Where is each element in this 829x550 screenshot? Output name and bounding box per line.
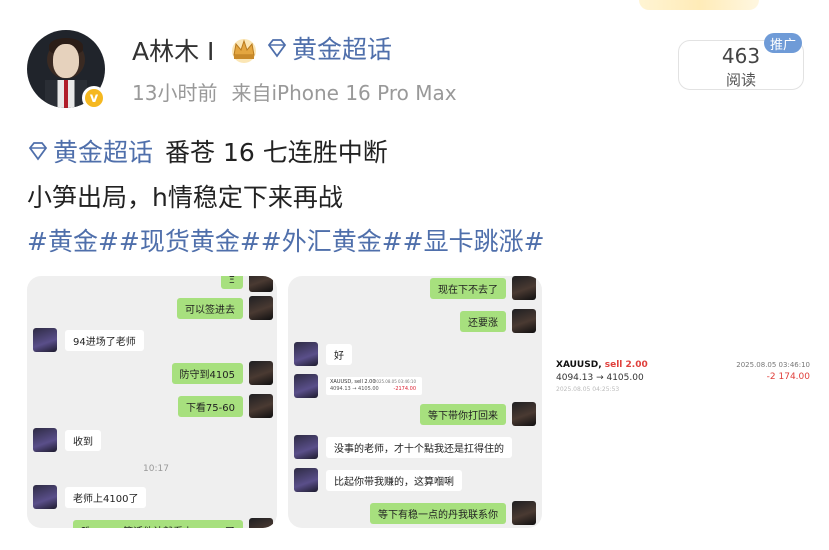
diamond-icon	[267, 39, 287, 58]
trade-prices: 4094.13 → 4105.00	[330, 386, 379, 392]
chat-bubble: 等下带你打回来	[420, 403, 506, 425]
crown-icon	[232, 39, 256, 63]
chat-avatar	[294, 342, 318, 366]
chat-msg: 比起你带我赚的，这算嗰唎	[294, 468, 462, 492]
chat-avatar	[512, 309, 536, 333]
read-label: 阅读	[725, 71, 756, 89]
trade-screenshot-bubble: XAUUSD, sell 2.00 4094.13 → 4105.00 2025…	[326, 377, 422, 395]
trade-pnl: -2 174.00	[766, 372, 810, 382]
chat-bubble: 下看75-60	[177, 395, 243, 417]
trade-record: XAUUSD, sell 2.00 2025.08.05 03:46:10 40…	[556, 360, 810, 394]
chat-bubble: 珠 4105 等话他认就看上 4115 了	[73, 519, 243, 528]
chat-msg: Ξ	[220, 276, 273, 292]
content-topic-link[interactable]: 黄金超话	[27, 133, 153, 169]
image-chat-1[interactable]: Ξ 可以签进去 94进场了老师 防守到4105 下看75-60 收到 10:17…	[27, 276, 277, 528]
chat-bubble: 可以签进去	[177, 297, 243, 319]
post-line-1: 黄金超话 番苍 16 七连胜中断	[27, 133, 388, 169]
chat-avatar	[294, 468, 318, 492]
post-hashtags[interactable]: #黄金##现货黄金##外汇黄金##显卡跳涨#	[27, 222, 545, 258]
image-chat-2[interactable]: 现在下不去了 还要涨 好 XAUUSD, sell 2.00 4094.13 →…	[288, 276, 542, 528]
chat-msg: 还要涨	[460, 309, 536, 333]
chat-msg: 收到	[33, 428, 101, 452]
chat-msg: 等下有稳一点的丹我联系你	[370, 501, 536, 525]
chat-msg: 94进场了老师	[33, 328, 144, 352]
chat-avatar	[249, 361, 273, 385]
post-time: 13小时前	[132, 81, 218, 105]
chat-avatar	[249, 296, 273, 320]
supertopic-label: 黄金超话	[292, 35, 393, 64]
chat-msg: 等下带你打回来	[420, 402, 536, 426]
header-decoration	[639, 0, 759, 10]
chat-avatar	[294, 435, 318, 459]
trade-close-time: 2025.08.05 04:25:53	[556, 386, 620, 393]
chat-bubble: 94进场了老师	[65, 329, 144, 351]
chat-bubble: 收到	[65, 429, 101, 451]
chat-bubble: 防守到4105	[171, 362, 243, 384]
chat-timestamp: 10:17	[143, 464, 169, 474]
chat-msg: 没事的老师，才十个點我还是扛得住的	[294, 435, 512, 459]
post-text-1: 番苍 16 七连胜中断	[165, 138, 388, 167]
verified-badge-icon: v	[82, 86, 106, 110]
chat-msg: 可以签进去	[177, 296, 273, 320]
post-meta: 13小时前 来自iPhone 16 Pro Max	[132, 77, 457, 106]
chat-avatar	[33, 328, 57, 352]
trade-pnl: -2174.00	[393, 386, 416, 392]
trade-prices: 4094.13 → 4105.00	[556, 373, 644, 383]
chat-bubble: 没事的老师，才十个點我还是扛得住的	[326, 436, 512, 458]
chat-msg: 珠 4105 等话他认就看上 4115 了	[73, 518, 273, 528]
trade-side: sell 2.00	[604, 360, 648, 370]
trade-symbol: XAUUSD,	[556, 360, 602, 370]
ad-tag: 推广	[764, 33, 802, 53]
trade-time: 2025.08.05 03:46:10	[373, 379, 416, 384]
chat-avatar	[249, 394, 273, 418]
chat-msg: 好	[294, 342, 352, 366]
chat-bubble: 比起你带我赚的，这算嗰唎	[326, 469, 462, 491]
diamond-icon	[28, 142, 48, 161]
chat-avatar	[512, 402, 536, 426]
chat-bubble: 等下有稳一点的丹我联系你	[370, 502, 506, 524]
trade-date: 2025.08.05 03:46:10	[736, 361, 810, 369]
chat-bubble: 老师上4100了	[65, 486, 147, 508]
chat-avatar	[249, 518, 273, 528]
chat-avatar	[249, 276, 273, 292]
supertopic-link[interactable]: 黄金超话	[266, 30, 392, 66]
chat-avatar	[512, 276, 536, 300]
chat-avatar	[33, 428, 57, 452]
username[interactable]: A林木 I	[132, 32, 214, 68]
trade-symbol-line: XAUUSD, sell 2.00	[556, 360, 648, 370]
chat-bubble: 现在下不去了	[430, 277, 506, 299]
chat-msg: 防守到4105	[171, 361, 273, 385]
chat-msg: XAUUSD, sell 2.00 4094.13 → 4105.00 2025…	[294, 374, 422, 398]
content-topic-label: 黄金超话	[53, 138, 154, 167]
trade-symbol: XAUUSD, sell 2.00	[330, 379, 376, 385]
chat-msg: 现在下不去了	[430, 276, 536, 300]
image-trade-record[interactable]: XAUUSD, sell 2.00 2025.08.05 03:46:10 40…	[553, 276, 813, 528]
chat-msg: 下看75-60	[177, 394, 273, 418]
avatar-shirt	[45, 80, 87, 108]
chat-bubble: Ξ	[220, 276, 243, 289]
post-text-2: 小笋出局，h情稳定下来再战	[27, 183, 343, 212]
chat-avatar	[512, 501, 536, 525]
chat-avatar	[33, 485, 57, 509]
chat-bubble: 还要涨	[460, 310, 506, 332]
chat-avatar	[294, 374, 318, 398]
post-source[interactable]: 来自iPhone 16 Pro Max	[231, 81, 456, 105]
chat-bubble: 好	[326, 343, 352, 365]
avatar-face	[53, 44, 79, 78]
chat-msg: 老师上4100了	[33, 485, 147, 509]
